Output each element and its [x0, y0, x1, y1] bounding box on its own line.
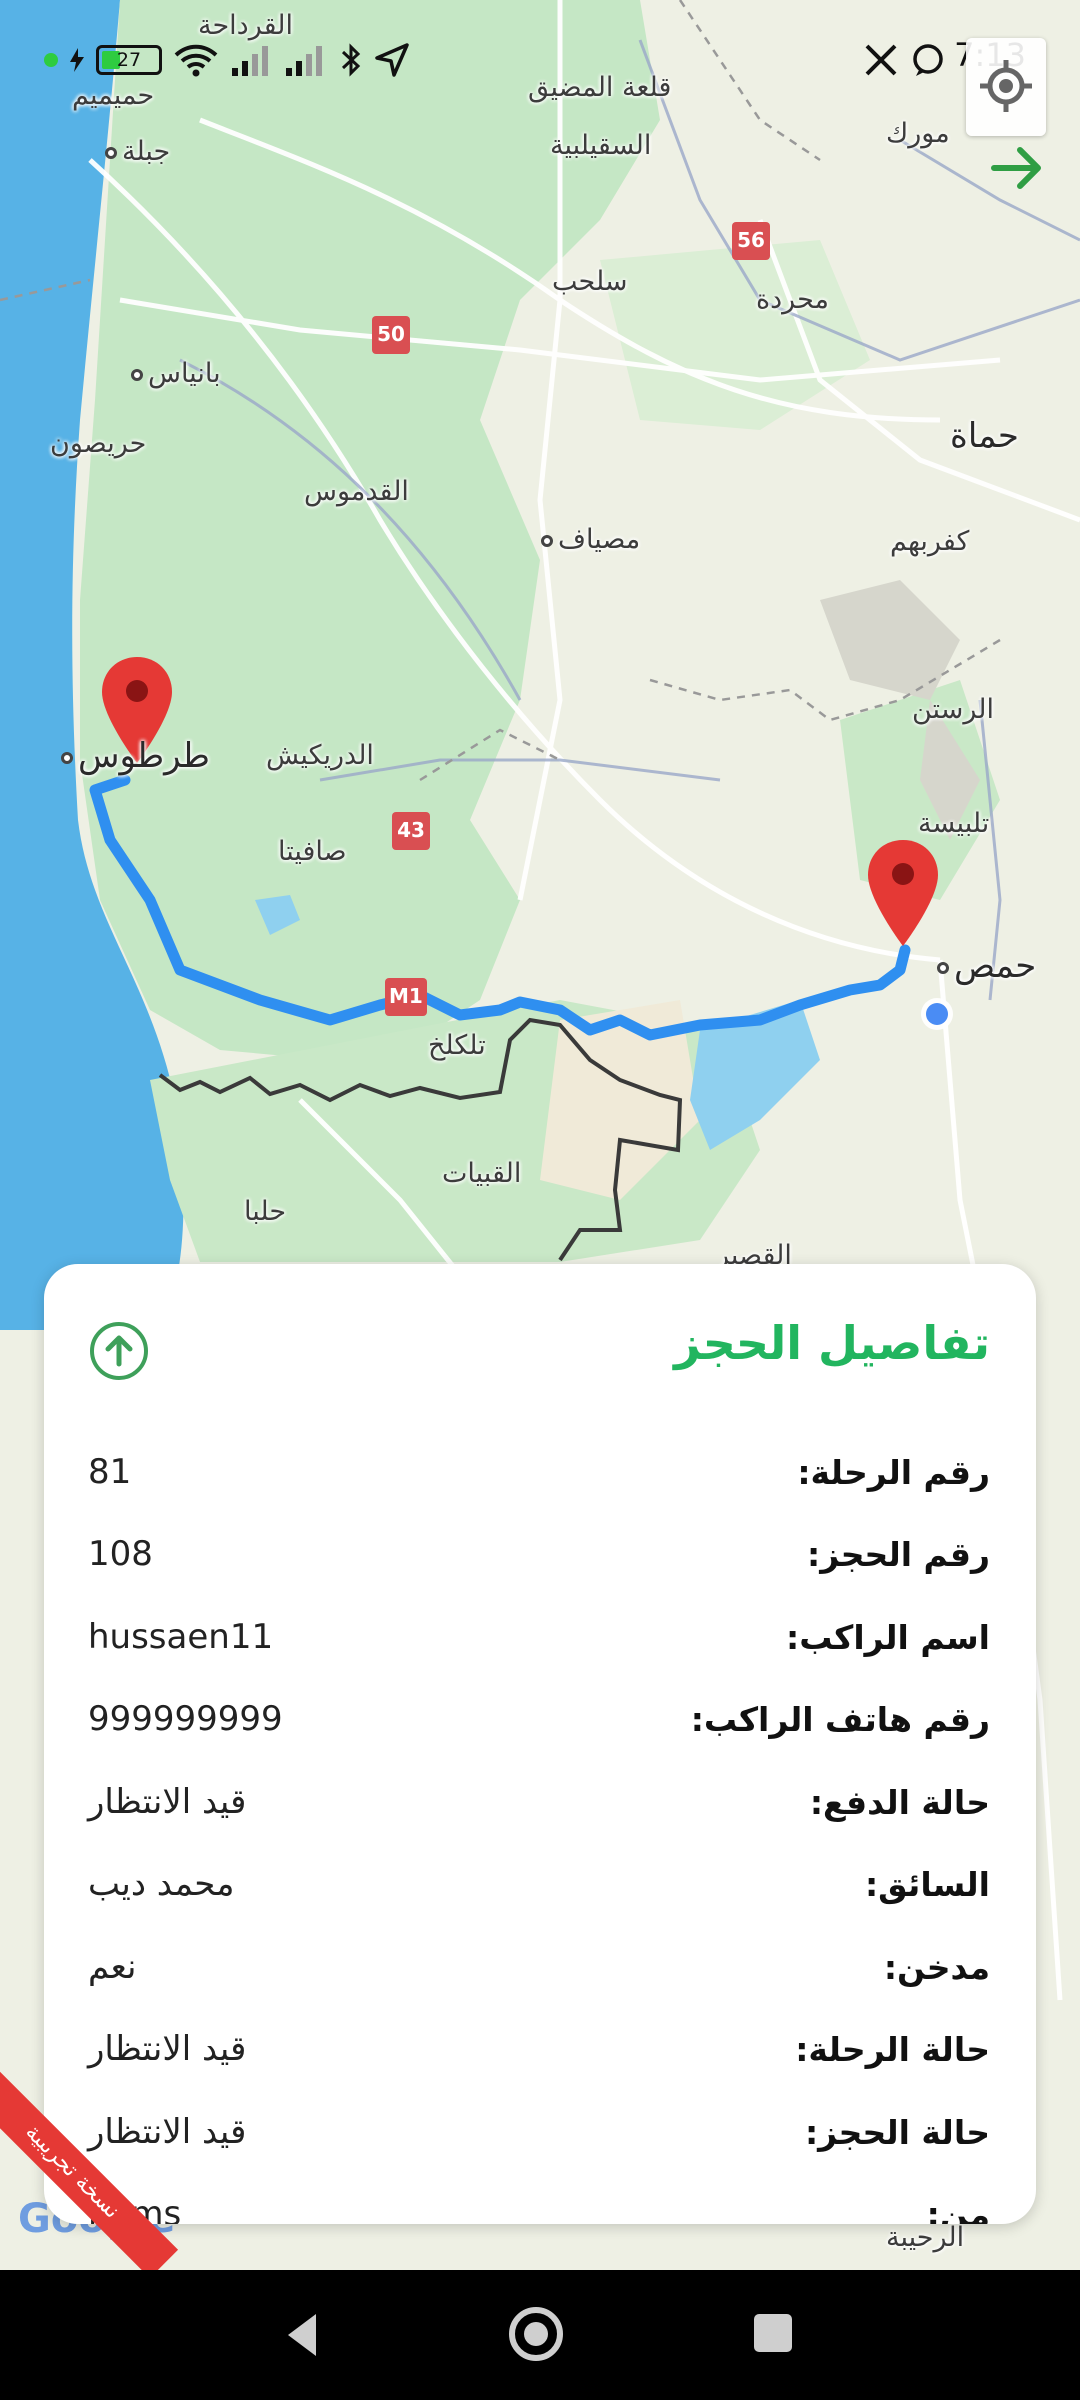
detail-label: رقم الرحلة:: [797, 1452, 990, 1492]
detail-label: اسم الراكب:: [786, 1617, 990, 1657]
sheet-title: تفاصيل الحجز: [674, 1316, 990, 1370]
status-icons: 27: [44, 42, 410, 78]
detail-value: 999999999: [88, 1699, 283, 1739]
detail-row: homs من:: [88, 2184, 990, 2224]
detail-value: محمد ديب: [88, 1864, 235, 1904]
arrow-right-icon: [991, 147, 1041, 189]
detail-label: حالة الرحلة:: [795, 2029, 990, 2069]
place-label-text: حمص: [954, 946, 1037, 986]
detail-row: نعم مدخن:: [88, 1937, 990, 1997]
place-label-text: بانياس: [148, 358, 221, 389]
place-label-text: مصياف: [558, 524, 641, 555]
place-label: صافيتا: [278, 836, 347, 867]
navigate-button[interactable]: [988, 142, 1048, 194]
battery-level: 27: [116, 49, 142, 71]
place-label: حمص: [932, 946, 1036, 986]
detail-row: محمد ديب السائق:: [88, 1854, 990, 1914]
system-nav-bar: [0, 2270, 1080, 2400]
place-label: بانياس: [126, 358, 221, 389]
detail-value: نعم: [88, 1947, 137, 1987]
detail-row: قيد الانتظار حالة الدفع:: [88, 1772, 990, 1832]
place-label: حماة: [950, 416, 1019, 456]
detail-value: 108: [88, 1534, 153, 1574]
detail-value: قيد الانتظار: [88, 2112, 247, 2152]
place-label: سلحب: [552, 266, 628, 297]
place-label: مصياف: [536, 524, 640, 555]
place-label: جبلة: [100, 136, 170, 167]
place-label-text: طرطوس: [78, 736, 210, 776]
detail-row: 81 رقم الرحلة:: [88, 1442, 990, 1502]
charging-icon: [70, 48, 84, 72]
back-icon[interactable]: [282, 2310, 322, 2360]
place-label: مورك: [886, 118, 950, 149]
place-label: حلبا: [244, 1196, 287, 1227]
location-arrow-icon: [375, 43, 409, 77]
my-location-button[interactable]: [966, 38, 1046, 136]
detail-row: 108 رقم الحجز:: [88, 1524, 990, 1584]
detail-label: حالة الدفع:: [809, 1782, 990, 1822]
detail-row: قيد الانتظار حالة الرحلة:: [88, 2019, 990, 2079]
road-shield: 50: [372, 316, 410, 354]
place-label: حريصون: [50, 428, 147, 459]
signal-icon: [286, 46, 322, 76]
place-label: السقيلبية: [550, 130, 652, 161]
wifi-icon: [174, 44, 218, 77]
recents-icon[interactable]: [752, 2312, 794, 2354]
destination-pin-icon[interactable]: [866, 838, 940, 950]
road-shield: 43: [392, 812, 430, 850]
x-app-icon: [865, 44, 897, 76]
battery-icon: 27: [96, 45, 162, 75]
detail-label: من:: [926, 2194, 990, 2225]
place-label: الدريكيش: [266, 740, 374, 771]
home-icon[interactable]: [506, 2304, 566, 2364]
crosshair-icon: [980, 60, 1032, 112]
detail-label: السائق:: [864, 1864, 990, 1904]
detail-value: قيد الانتظار: [88, 2029, 247, 2069]
detail-value: 81: [88, 1452, 132, 1492]
place-label: الرستن: [912, 694, 994, 725]
road-shield: M1: [385, 978, 427, 1016]
detail-label: رقم هاتف الراكب:: [690, 1699, 990, 1739]
arrow-up-icon: [105, 1335, 133, 1367]
detail-value: قيد الانتظار: [88, 1782, 247, 1822]
place-label: القدموس: [304, 476, 409, 507]
message-icon: [913, 44, 943, 76]
road-shield: 56: [732, 222, 770, 260]
bluetooth-icon: [341, 43, 361, 77]
detail-row: hussaen11 اسم الراكب:: [88, 1607, 990, 1667]
place-label: كفربهم: [890, 526, 970, 557]
place-label: الرحيبة: [886, 2222, 965, 2253]
place-label-text: جبلة: [122, 136, 171, 167]
place-dot: [937, 961, 949, 974]
place-dot: [541, 534, 553, 547]
detail-row: قيد الانتظار حالة الحجز:: [88, 2102, 990, 2162]
detail-value: hussaen11: [88, 1617, 274, 1657]
notification-dot-icon: [44, 53, 58, 67]
place-label: تلبيسة: [918, 808, 990, 839]
detail-label: حالة الحجز:: [804, 2112, 990, 2152]
place-label: طرطوس: [56, 736, 210, 776]
place-dot: [61, 751, 73, 764]
place-label: تلكلخ: [428, 1030, 486, 1061]
detail-row: 999999999 رقم هاتف الراكب:: [88, 1689, 990, 1749]
detail-label: رقم الحجز:: [807, 1534, 990, 1574]
signal-icon: [232, 46, 268, 76]
place-dot: [131, 368, 143, 381]
place-label: محردة: [756, 284, 829, 315]
place-label: القبيات: [442, 1158, 522, 1189]
detail-label: مدخن:: [883, 1947, 990, 1987]
status-bar: 27 7:13: [0, 0, 1080, 120]
booking-details-sheet[interactable]: تفاصيل الحجز 81 رقم الرحلة: 108 رقم الحج…: [44, 1264, 1036, 2224]
place-dot: [105, 146, 117, 159]
collapse-button[interactable]: [90, 1322, 148, 1380]
